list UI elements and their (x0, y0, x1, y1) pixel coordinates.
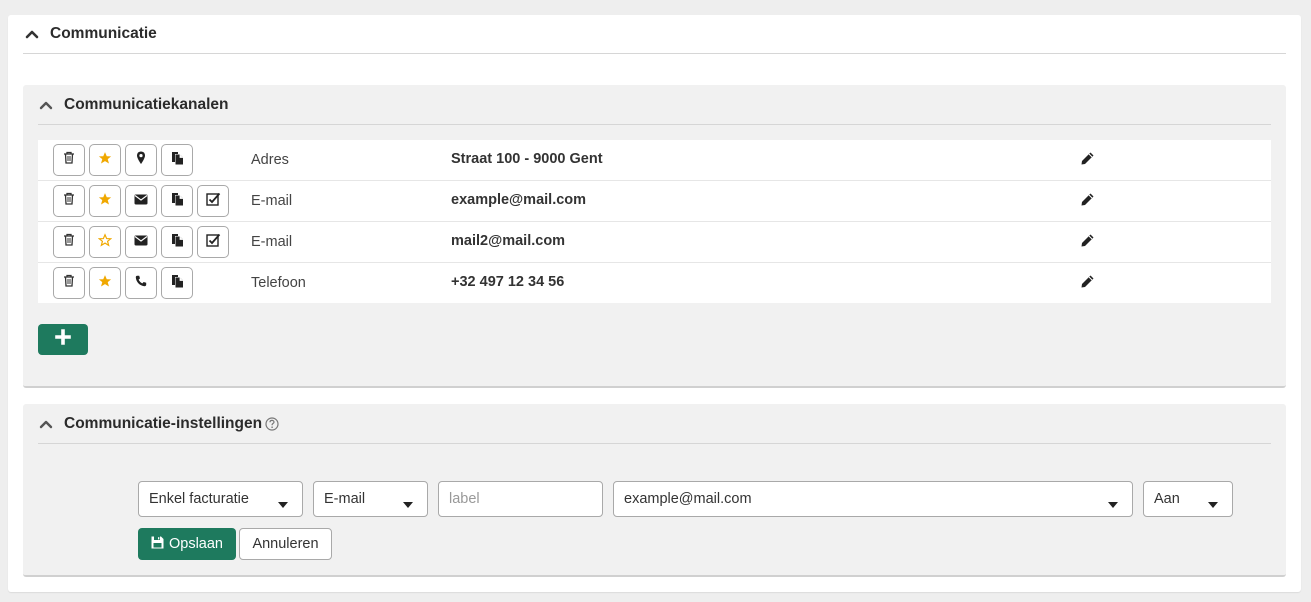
channel-type-button[interactable] (125, 185, 157, 217)
channel-row-adres: Adres Straat 100 - 9000 Gent (38, 140, 1271, 181)
pencil-icon[interactable] (1079, 191, 1095, 207)
channel-type-label: E-mail (251, 234, 293, 250)
copy-icon (171, 233, 184, 252)
chevron-up-icon[interactable] (38, 416, 54, 432)
pencil-icon[interactable] (1079, 273, 1095, 289)
channel-value: mail2@mail.com (451, 233, 566, 249)
scope-select-value: Enkel facturatie (149, 491, 249, 507)
caret-down-icon (1208, 496, 1218, 508)
floppy-disk-icon (151, 536, 164, 553)
help-icon[interactable] (265, 416, 279, 431)
map-marker-icon (136, 151, 146, 170)
address-select[interactable]: example@mail.com (613, 481, 1133, 517)
delete-button[interactable] (53, 267, 85, 299)
phone-icon (135, 274, 147, 292)
delete-button[interactable] (53, 144, 85, 176)
cancel-button[interactable]: Annuleren (239, 528, 332, 560)
plus-icon (55, 329, 71, 350)
channel-row-email: E-mail mail2@mail.com (38, 222, 1271, 263)
save-button-label: Opslaan (168, 536, 223, 552)
communicatiekanalen-header[interactable]: Communicatiekanalen (38, 85, 1271, 125)
envelope-icon (134, 233, 148, 251)
star-filled-icon (98, 151, 112, 170)
caret-down-icon (278, 496, 288, 508)
verify-button[interactable] (197, 185, 229, 217)
channel-type-button[interactable] (125, 226, 157, 258)
pencil-icon[interactable] (1079, 150, 1095, 166)
checkbox-edit-icon (205, 233, 221, 252)
caret-down-icon (1108, 496, 1118, 508)
communicatiekanalen-title: Communicatiekanalen (64, 95, 229, 113)
copy-icon (171, 274, 184, 293)
delete-button[interactable] (53, 226, 85, 258)
envelope-icon (134, 192, 148, 210)
channel-type-label: Adres (251, 152, 289, 168)
cancel-button-label: Annuleren (252, 536, 319, 552)
trash-icon (63, 274, 75, 292)
delete-button[interactable] (53, 185, 85, 217)
onoff-select-value: Aan (1154, 491, 1180, 507)
favorite-button[interactable] (89, 144, 121, 176)
add-channel-button[interactable] (38, 324, 88, 355)
section-title: Communicatie (50, 25, 157, 42)
scope-select[interactable]: Enkel facturatie (138, 481, 303, 517)
onoff-select[interactable]: Aan (1143, 481, 1233, 517)
favorite-button[interactable] (89, 226, 121, 258)
communicatiekanalen-panel: Communicatiekanalen Adres Straat 100 - 9… (23, 85, 1286, 388)
communicatie-instellingen-title: Communicatie-instellingen (64, 414, 263, 432)
communicatie-card: Communicatie Communicatiekanalen Adres S… (8, 15, 1301, 592)
trash-icon (63, 233, 75, 251)
chevron-up-icon[interactable] (24, 26, 40, 42)
channel-value: example@mail.com (451, 192, 587, 208)
pencil-icon[interactable] (1079, 232, 1095, 248)
channel-type-button[interactable] (125, 267, 157, 299)
address-select-value: example@mail.com (624, 491, 752, 507)
channel-row-telefoon: Telefoon +32 497 12 34 56 (38, 263, 1271, 303)
channel-row-email: E-mail example@mail.com (38, 181, 1271, 222)
channel-select[interactable]: E-mail (313, 481, 428, 517)
channel-value: Straat 100 - 9000 Gent (451, 151, 603, 167)
copy-icon (171, 192, 184, 211)
channel-type-label: Telefoon (251, 275, 306, 291)
channel-list: Adres Straat 100 - 9000 Gent E-mail exam… (38, 140, 1271, 303)
label-input[interactable]: label (438, 481, 603, 517)
channel-value: +32 497 12 34 56 (451, 274, 565, 290)
caret-down-icon (403, 496, 413, 508)
checkbox-edit-icon (205, 192, 221, 211)
star-filled-icon (98, 192, 112, 211)
communicatie-header[interactable]: Communicatie (23, 15, 1286, 54)
copy-button[interactable] (161, 267, 193, 299)
star-outline-icon (97, 232, 113, 252)
favorite-button[interactable] (89, 185, 121, 217)
channel-type-button[interactable] (125, 144, 157, 176)
communicatie-instellingen-header[interactable]: Communicatie-instellingen (38, 404, 1271, 444)
channel-type-label: E-mail (251, 193, 293, 209)
verify-button[interactable] (197, 226, 229, 258)
star-filled-icon (98, 274, 112, 293)
trash-icon (63, 151, 75, 169)
label-input-placeholder: label (449, 491, 480, 507)
favorite-button[interactable] (89, 267, 121, 299)
communicatie-instellingen-panel: Communicatie-instellingen Enkel facturat… (23, 404, 1286, 577)
save-button[interactable]: Opslaan (138, 528, 236, 560)
copy-button[interactable] (161, 185, 193, 217)
copy-button[interactable] (161, 226, 193, 258)
trash-icon (63, 192, 75, 210)
copy-icon (171, 151, 184, 170)
chevron-up-icon[interactable] (38, 97, 54, 113)
copy-button[interactable] (161, 144, 193, 176)
channel-select-value: E-mail (324, 491, 366, 507)
